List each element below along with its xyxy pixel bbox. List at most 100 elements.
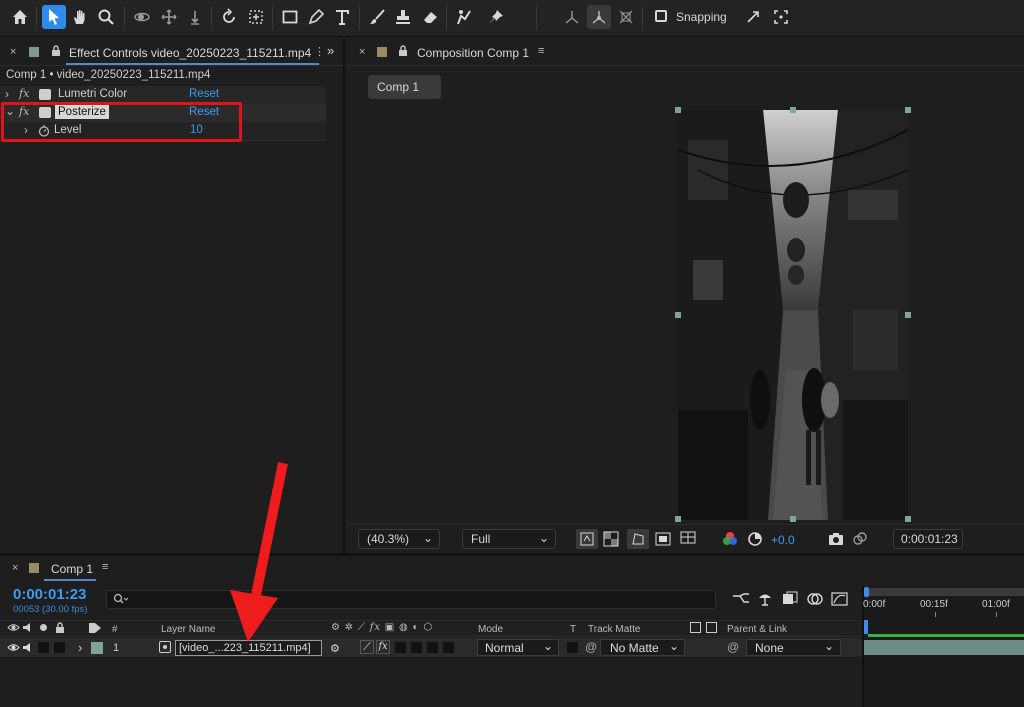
label-tag-icon[interactable] bbox=[88, 622, 102, 637]
3d-layer-switch[interactable] bbox=[442, 641, 455, 654]
grid-guides-icon[interactable] bbox=[680, 531, 698, 550]
resolution-dropdown[interactable]: Full ⌄ bbox=[462, 529, 556, 549]
timeline-timecode[interactable]: 0:00:01:23 bbox=[13, 586, 86, 603]
lock-icon[interactable] bbox=[398, 45, 408, 60]
chevron-right-icon[interactable]: › bbox=[78, 640, 82, 655]
adjustment-switch[interactable] bbox=[426, 641, 439, 654]
close-icon[interactable]: × bbox=[359, 46, 365, 58]
graph-editor-icon[interactable] bbox=[831, 591, 849, 610]
frame-blending-icon[interactable] bbox=[781, 591, 799, 610]
transform-handle[interactable] bbox=[905, 107, 911, 113]
hamburger-icon[interactable]: ≡ bbox=[538, 45, 544, 57]
ruler-label: 00:15f bbox=[920, 599, 948, 610]
layer-label-color[interactable] bbox=[91, 642, 103, 654]
comp-tab-button[interactable]: Comp 1 bbox=[368, 75, 441, 99]
transform-handle[interactable] bbox=[675, 312, 681, 318]
mode-dropdown[interactable]: Normal ⌄ bbox=[477, 639, 559, 656]
region-of-interest-icon[interactable] bbox=[655, 531, 671, 550]
transparency-grid-icon[interactable] bbox=[603, 531, 619, 550]
motion-blur-switch[interactable] bbox=[410, 641, 423, 654]
work-area-start-handle[interactable] bbox=[864, 587, 869, 597]
transform-handle[interactable] bbox=[675, 107, 681, 113]
timeline-tab[interactable]: Comp 1 bbox=[51, 562, 93, 576]
hand-icon[interactable] bbox=[68, 5, 92, 29]
current-time-field[interactable]: 0:00:01:23 bbox=[893, 529, 963, 549]
fast-preview-icon[interactable] bbox=[576, 529, 598, 549]
composition-mini-flowchart-icon[interactable] bbox=[732, 592, 750, 609]
roto-brush-icon[interactable] bbox=[452, 5, 476, 29]
fx-icon[interactable]: fx bbox=[19, 87, 29, 100]
type-icon[interactable] bbox=[331, 5, 355, 29]
quality-switch[interactable]: ⟋ bbox=[360, 640, 374, 654]
col-parent-link: Parent & Link bbox=[727, 624, 788, 635]
dolly-icon[interactable] bbox=[183, 5, 207, 29]
home-icon[interactable] bbox=[8, 5, 32, 29]
orbit-icon[interactable] bbox=[130, 5, 154, 29]
mask-visibility-icon[interactable] bbox=[627, 529, 649, 549]
chevron-right-icon[interactable]: › bbox=[5, 87, 9, 101]
close-icon[interactable]: × bbox=[12, 562, 18, 574]
layer-visibility-icon[interactable] bbox=[7, 642, 20, 656]
selection-icon[interactable] bbox=[42, 5, 66, 29]
work-area-bar[interactable] bbox=[864, 588, 1024, 596]
puppet-pin-icon[interactable] bbox=[484, 5, 508, 29]
pick-whip-icon[interactable]: @ bbox=[585, 640, 597, 654]
lock-icon[interactable] bbox=[51, 45, 61, 60]
hamburger-icon[interactable]: ≡ bbox=[102, 561, 108, 573]
axis-local-icon[interactable] bbox=[560, 5, 584, 29]
composition-viewer[interactable] bbox=[678, 110, 908, 520]
show-snapshot-icon[interactable] bbox=[852, 531, 868, 550]
playhead[interactable] bbox=[864, 620, 868, 634]
brush-icon[interactable] bbox=[365, 5, 389, 29]
snapping-checkbox[interactable] bbox=[655, 10, 667, 22]
eraser-icon[interactable] bbox=[418, 5, 442, 29]
composition-tab[interactable]: Composition Comp 1 bbox=[417, 46, 529, 60]
reset-exposure-icon[interactable] bbox=[747, 531, 763, 550]
layer-search-input[interactable] bbox=[106, 590, 716, 609]
panel-overflow-icon[interactable]: » bbox=[327, 43, 334, 58]
shy-layers-icon[interactable] bbox=[756, 591, 774, 610]
render-bar bbox=[868, 634, 1024, 637]
channel-icon[interactable] bbox=[722, 531, 738, 550]
track-icon[interactable] bbox=[244, 5, 268, 29]
preserve-transparency-toggle[interactable] bbox=[566, 641, 579, 654]
transform-handle[interactable] bbox=[905, 516, 911, 522]
effect-controls-tab[interactable]: Effect Controls video_20250223_115211.mp… bbox=[69, 46, 311, 60]
audio-icon[interactable] bbox=[22, 622, 34, 636]
snap-frame-icon[interactable] bbox=[769, 5, 793, 29]
effects-switch[interactable]: fx bbox=[376, 640, 390, 654]
close-icon[interactable]: × bbox=[10, 46, 16, 58]
lock-toggle[interactable] bbox=[53, 641, 66, 654]
transform-handle[interactable] bbox=[790, 107, 796, 113]
snapshot-icon[interactable] bbox=[828, 532, 844, 549]
pen-icon[interactable] bbox=[304, 5, 328, 29]
eye-icon[interactable] bbox=[7, 622, 20, 636]
lock-icon[interactable] bbox=[55, 622, 65, 637]
axis-world-icon[interactable] bbox=[587, 5, 611, 29]
pan-behind-icon[interactable] bbox=[157, 5, 181, 29]
transform-handle[interactable] bbox=[790, 516, 796, 522]
exposure-value[interactable]: +0.0 bbox=[771, 533, 795, 547]
axis-view-icon[interactable] bbox=[614, 5, 638, 29]
parent-pick-whip-icon[interactable]: @ bbox=[727, 640, 739, 654]
frame-blend-switch[interactable] bbox=[394, 641, 407, 654]
zoom-dropdown[interactable]: (40.3%) ⌄ bbox=[358, 529, 440, 549]
col-layer-name[interactable]: Layer Name bbox=[161, 624, 215, 635]
panel-menu-icon[interactable]: ⋮ bbox=[314, 45, 325, 58]
rotate-icon[interactable] bbox=[217, 5, 241, 29]
solo-toggle[interactable] bbox=[37, 641, 50, 654]
track-matte-dropdown[interactable]: No Matte ⌄ bbox=[600, 639, 685, 656]
rectangle-icon[interactable] bbox=[278, 5, 302, 29]
parent-dropdown[interactable]: None ⌄ bbox=[746, 639, 841, 656]
solo-icon[interactable] bbox=[40, 624, 47, 631]
reset-button-lumetri[interactable]: Reset bbox=[189, 88, 219, 100]
zoom-icon[interactable] bbox=[94, 5, 118, 29]
transform-handle[interactable] bbox=[905, 312, 911, 318]
clone-stamp-icon[interactable] bbox=[391, 5, 415, 29]
shy-switch-icon[interactable]: ⚙ bbox=[330, 642, 340, 655]
motion-blur-icon[interactable] bbox=[806, 591, 824, 610]
layer-audio-icon[interactable] bbox=[22, 642, 34, 656]
snap-expand-icon[interactable] bbox=[741, 5, 765, 29]
layer-duration-bar[interactable] bbox=[864, 640, 1024, 655]
transform-handle[interactable] bbox=[675, 516, 681, 522]
